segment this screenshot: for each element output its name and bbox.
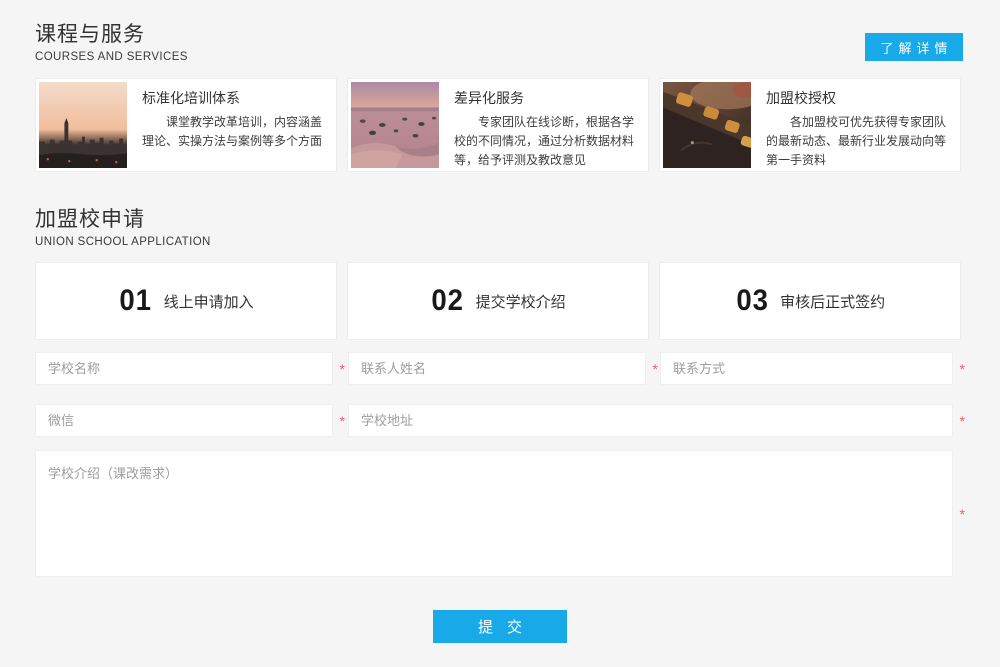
card-body: 差异化服务 专家团队在线诊断，根据各学校的不同情况，通过分析数据材料等，给予评测… xyxy=(442,79,648,171)
course-cards: 标准化培训体系 课堂教学改革培训，内容涵盖理论、实操方法与案例等多个方面 xyxy=(35,78,961,172)
required-asterisk: * xyxy=(960,507,965,521)
card-title: 标准化培训体系 xyxy=(142,88,326,108)
step-number: 02 xyxy=(432,284,465,318)
step-number: 01 xyxy=(120,284,153,318)
required-asterisk: * xyxy=(340,362,345,376)
submit-button[interactable]: 提交 xyxy=(433,610,567,643)
contact-name-input[interactable] xyxy=(348,352,646,385)
required-asterisk: * xyxy=(960,414,965,428)
learn-more-button[interactable]: 了解详情 xyxy=(865,33,963,61)
step-label: 线上申请加入 xyxy=(164,291,254,312)
contact-name-field-wrap: * xyxy=(348,352,646,385)
application-section-header: 加盟校申请 UNION SCHOOL APPLICATION xyxy=(35,203,211,248)
application-title: 加盟校申请 xyxy=(35,203,211,233)
card-description: 各加盟校可优先获得专家团队的最新动态、最新行业发展动向等第一手资料 xyxy=(766,113,950,170)
city-skyline-sunset-image xyxy=(39,82,127,168)
step-1-apply-online: 01 线上申请加入 xyxy=(35,262,337,340)
courses-title: 课程与服务 xyxy=(35,18,188,48)
school-intro-textarea[interactable] xyxy=(35,450,953,577)
required-asterisk: * xyxy=(960,362,965,376)
wechat-input[interactable] xyxy=(35,404,333,437)
wechat-field-wrap: * xyxy=(35,404,333,437)
school-address-input[interactable] xyxy=(348,404,953,437)
step-number: 03 xyxy=(736,284,769,318)
card-body: 标准化培训体系 课堂教学改革培训，内容涵盖理论、实操方法与案例等多个方面 xyxy=(130,79,336,171)
card-franchise-authorization: 加盟校授权 各加盟校可优先获得专家团队的最新动态、最新行业发展动向等第一手资料 xyxy=(659,78,961,172)
application-subtitle: UNION SCHOOL APPLICATION xyxy=(35,236,211,248)
card-description: 专家团队在线诊断，根据各学校的不同情况，通过分析数据材料等，给予评测及教改意见 xyxy=(454,113,638,170)
page: 课程与服务 COURSES AND SERVICES 了解详情 xyxy=(0,0,1000,667)
contact-info-input[interactable] xyxy=(660,352,953,385)
school-name-field-wrap: * xyxy=(35,352,333,385)
card-title: 差异化服务 xyxy=(454,88,638,108)
card-standardized-training: 标准化培训体系 课堂教学改革培训，内容涵盖理论、实操方法与案例等多个方面 xyxy=(35,78,337,172)
school-address-field-wrap: * xyxy=(348,404,953,437)
desert-dusk-image xyxy=(351,82,439,168)
required-asterisk: * xyxy=(653,362,658,376)
card-body: 加盟校授权 各加盟校可优先获得专家团队的最新动态、最新行业发展动向等第一手资料 xyxy=(754,79,960,171)
application-steps: 01 线上申请加入 02 提交学校介绍 03 审核后正式签约 xyxy=(35,262,961,340)
step-label: 审核后正式签约 xyxy=(780,291,885,312)
courses-subtitle: COURSES AND SERVICES xyxy=(35,51,188,63)
step-2-submit-intro: 02 提交学校介绍 xyxy=(347,262,649,340)
school-name-input[interactable] xyxy=(35,352,333,385)
contact-info-field-wrap: * xyxy=(660,352,953,385)
card-differentiated-service: 差异化服务 专家团队在线诊断，根据各学校的不同情况，通过分析数据材料等，给予评测… xyxy=(347,78,649,172)
school-intro-field-wrap: * xyxy=(35,450,953,577)
step-label: 提交学校介绍 xyxy=(476,291,566,312)
card-title: 加盟校授权 xyxy=(766,88,950,108)
required-asterisk: * xyxy=(340,414,345,428)
courses-section-header: 课程与服务 COURSES AND SERVICES xyxy=(35,18,188,63)
card-description: 课堂教学改革培训，内容涵盖理论、实操方法与案例等多个方面 xyxy=(142,113,326,151)
step-3-sign-contract: 03 审核后正式签约 xyxy=(659,262,961,340)
film-strip-image xyxy=(663,82,751,168)
